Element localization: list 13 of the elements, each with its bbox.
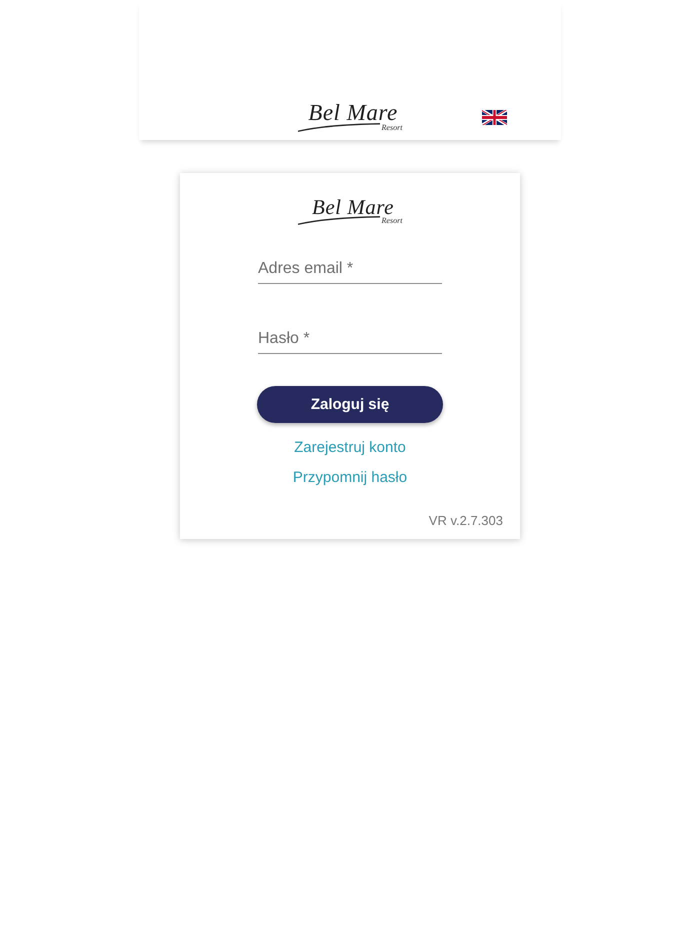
logo-subtitle: Resort bbox=[382, 216, 402, 225]
flag-icon[interactable] bbox=[482, 110, 507, 124]
register-link[interactable]: Zarejestruj konto bbox=[294, 438, 406, 458]
password-field[interactable]: Hasło * bbox=[258, 325, 442, 354]
swoosh-icon bbox=[298, 216, 380, 225]
login-button[interactable]: Zaloguj się bbox=[257, 386, 443, 423]
email-field[interactable]: Adres email * bbox=[258, 255, 442, 284]
logo-subtitle: Resort bbox=[382, 123, 402, 132]
version-text: VR v.2.7.303 bbox=[428, 512, 503, 530]
swoosh-icon bbox=[298, 123, 380, 132]
logo-text: Bel Mare bbox=[307, 102, 398, 124]
logo-text: Bel Mare bbox=[311, 197, 394, 217]
reset-password-link[interactable]: Przypomnij hasło bbox=[292, 468, 408, 488]
